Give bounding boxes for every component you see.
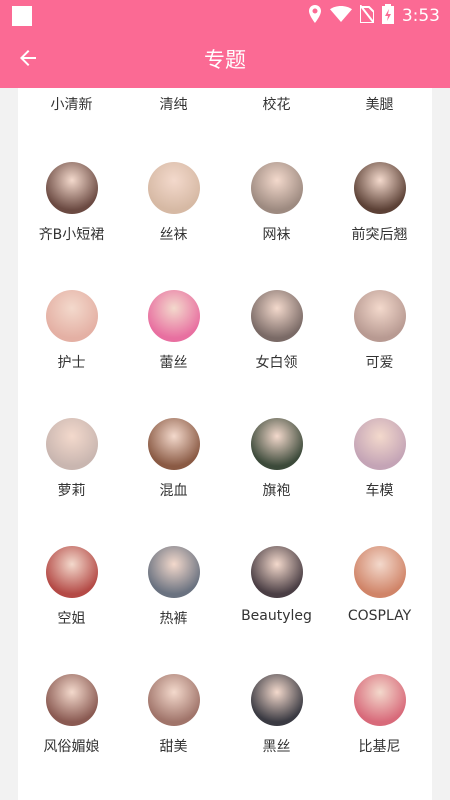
topic-item[interactable]: 比基尼 (328, 674, 431, 756)
topic-label: 清纯 (159, 97, 188, 113)
topic-avatar (250, 418, 303, 470)
topic-row: 萝莉 混血 旗袍 车模 (18, 418, 432, 528)
topic-label: 小清新 (50, 97, 93, 113)
topic-item[interactable]: 空姐 (20, 546, 123, 628)
no-sim-icon (358, 4, 375, 27)
topic-avatar (353, 674, 406, 726)
topic-label: 美腿 (365, 97, 394, 113)
topic-row: 空姐 热裤 Beautyleg COSPLAY (18, 546, 432, 656)
topic-avatar (250, 290, 303, 342)
topic-row: 齐B小短裙 丝袜 网袜 前突后翘 (18, 162, 432, 272)
topic-label: 热裤 (159, 611, 188, 627)
topic-label: 混血 (159, 483, 188, 499)
topic-label: 女白领 (255, 355, 298, 371)
topic-avatar (45, 290, 98, 342)
topic-label: 网袜 (262, 227, 291, 243)
status-time: 3:53 (401, 6, 440, 26)
topic-avatar (250, 546, 303, 598)
topic-label: 萝莉 (57, 483, 86, 499)
topic-label: 甜美 (159, 739, 188, 755)
topic-item[interactable]: 美腿 (328, 94, 431, 114)
page-title: 专题 (204, 48, 246, 72)
topic-label: 风俗媚娘 (43, 739, 100, 755)
topic-avatar (147, 162, 200, 214)
topic-avatar (45, 546, 98, 598)
topic-item[interactable]: 萝莉 (20, 418, 123, 500)
topic-label: 可爱 (365, 355, 394, 371)
topic-avatar (147, 674, 200, 726)
topic-avatar (45, 162, 98, 214)
topic-label: 丝袜 (159, 227, 188, 243)
topic-label: 护士 (57, 355, 86, 371)
topic-avatar (250, 162, 303, 214)
topic-avatar (147, 290, 200, 342)
topic-row: 风俗媚娘 甜美 黑丝 比基尼 (18, 674, 432, 784)
app-bar: 专题 (0, 32, 450, 88)
topic-avatar (353, 546, 406, 598)
topic-row: 护士 蕾丝 女白领 可爱 (18, 290, 432, 400)
topic-item[interactable]: 热裤 (122, 546, 225, 628)
topic-label: Beautyleg (241, 608, 312, 624)
topic-row: 小清新 清纯 校花 美腿 (18, 94, 432, 124)
topic-item[interactable]: COSPLAY (328, 546, 431, 624)
topic-avatar (45, 674, 98, 726)
topic-item[interactable]: 可爱 (328, 290, 431, 372)
location-icon (308, 5, 322, 27)
topic-label: 校花 (262, 97, 291, 113)
topic-avatar (45, 418, 98, 470)
topic-item[interactable]: 蕾丝 (122, 290, 225, 372)
topic-avatar (353, 162, 406, 214)
topic-item[interactable]: 甜美 (122, 674, 225, 756)
topic-item[interactable]: 黑丝 (225, 674, 328, 756)
topic-item[interactable]: 风俗媚娘 (20, 674, 123, 756)
topic-label: 蕾丝 (159, 355, 188, 371)
topic-item[interactable]: 女白领 (225, 290, 328, 372)
topic-label: 旗袍 (262, 483, 291, 499)
topic-item[interactable]: 校花 (225, 94, 328, 114)
topic-item[interactable]: 清纯 (122, 94, 225, 114)
topic-item[interactable]: 混血 (122, 418, 225, 500)
battery-charging-icon (381, 4, 394, 28)
topic-item[interactable]: 网袜 (225, 162, 328, 244)
topic-item[interactable]: 前突后翘 (328, 162, 431, 244)
topic-label: 比基尼 (358, 739, 401, 755)
topic-label: 黑丝 (262, 739, 291, 755)
status-bar: 3:53 (0, 0, 450, 32)
topic-item[interactable]: 车模 (328, 418, 431, 500)
wifi-icon (329, 6, 352, 26)
topic-label: 空姐 (57, 611, 86, 627)
topic-avatar (147, 546, 200, 598)
topic-label: 齐B小短裙 (38, 227, 105, 243)
status-icons: 3:53 (308, 4, 440, 28)
topic-label: COSPLAY (347, 608, 412, 624)
topic-grid[interactable]: 小清新 清纯 校花 美腿 齐B小短裙 丝袜 网袜 前突后翘 护士 蕾丝 女白领 … (18, 88, 432, 800)
topic-avatar (353, 290, 406, 342)
notification-square-icon (12, 6, 32, 26)
topic-item[interactable]: 旗袍 (225, 418, 328, 500)
topic-item[interactable]: 小清新 (20, 94, 123, 114)
topic-item[interactable]: 齐B小短裙 (20, 162, 123, 244)
topic-avatar (147, 418, 200, 470)
topic-item[interactable]: 丝袜 (122, 162, 225, 244)
topic-label: 车模 (365, 483, 394, 499)
topic-avatar (353, 418, 406, 470)
topic-item[interactable]: Beautyleg (225, 546, 328, 624)
topic-item[interactable]: 护士 (20, 290, 123, 372)
topic-label: 前突后翘 (351, 227, 408, 243)
topic-avatar (250, 674, 303, 726)
